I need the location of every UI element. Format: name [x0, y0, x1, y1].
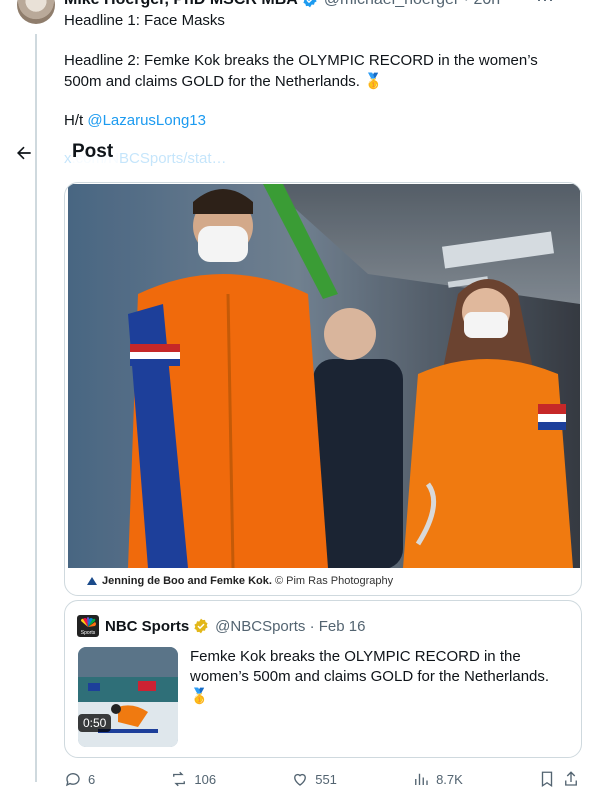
tweet-author-row: Mike Hoerger, PhD MSCR MBA @michael_hoer… — [64, 0, 500, 10]
avatar[interactable] — [17, 0, 55, 24]
views-count: 8.7K — [436, 771, 463, 787]
caption-triangle-icon — [87, 577, 97, 585]
quoted-post-text: Femke Kok breaks the OLYMPIC RECORD in t… — [190, 648, 550, 705]
tweet-text-line: Headline 2: Femke Kok breaks the OLYMPIC… — [64, 52, 538, 90]
tweet-text-line: Headline 1: Face Masks — [64, 12, 225, 29]
caption-names: Jenning de Boo and Femke Kok. — [102, 575, 272, 587]
views-icon — [415, 773, 428, 785]
gold-verified-badge-icon — [194, 618, 208, 634]
quoted-post-header: Sports NBC Sports @NBCSports · Feb 16 — [77, 615, 365, 637]
page-title: Post — [72, 141, 120, 163]
video-duration: 0:50 — [78, 714, 112, 732]
author-handle[interactable]: @michael_hoerger · 20h — [324, 0, 500, 9]
hat-tip-prefix: H/t — [64, 112, 84, 129]
mention-link[interactable]: @LazarusLong13 — [87, 112, 206, 129]
repost-count: 106 — [194, 771, 217, 787]
media-card[interactable]: Jenning de Boo and Femke Kok. © Pim Ras … — [64, 182, 582, 596]
post-actions-bar: 6 106 551 8.7K — [64, 770, 580, 788]
reply-button[interactable]: 6 — [64, 770, 95, 788]
share-icon[interactable] — [562, 770, 580, 788]
bookmark-share-group — [538, 770, 580, 788]
nbc-sports-logo[interactable]: Sports — [77, 615, 99, 637]
caption-credit: © Pim Ras Photography — [274, 575, 394, 587]
olympic-athletes-photo[interactable] — [68, 184, 580, 568]
svg-text:Sports: Sports — [81, 630, 96, 636]
quoted-post[interactable]: Sports NBC Sports @NBCSports · Feb 16 0:… — [64, 600, 582, 758]
repost-icon — [173, 771, 186, 787]
bookmark-icon[interactable] — [538, 770, 556, 788]
quoted-author-name[interactable]: NBC Sports — [105, 618, 189, 635]
quoted-handle-date[interactable]: @NBCSports · Feb 16 — [215, 618, 365, 635]
heart-icon — [294, 773, 307, 786]
like-count: 551 — [315, 771, 337, 787]
author-name[interactable]: Mike Hoerger, PhD MSCR MBA — [64, 0, 298, 9]
video-thumbnail[interactable] — [78, 647, 178, 747]
reply-icon — [65, 773, 80, 787]
repost-button[interactable]: 106 — [170, 770, 216, 788]
like-button[interactable]: 551 — [291, 770, 337, 788]
verified-badge-icon — [303, 0, 317, 8]
views-button[interactable]: 8.7K — [412, 770, 463, 788]
back-arrow-icon[interactable] — [14, 143, 38, 163]
reply-count: 6 — [88, 771, 96, 787]
photo-caption: Jenning de Boo and Femke Kok. © Pim Ras … — [87, 575, 393, 587]
